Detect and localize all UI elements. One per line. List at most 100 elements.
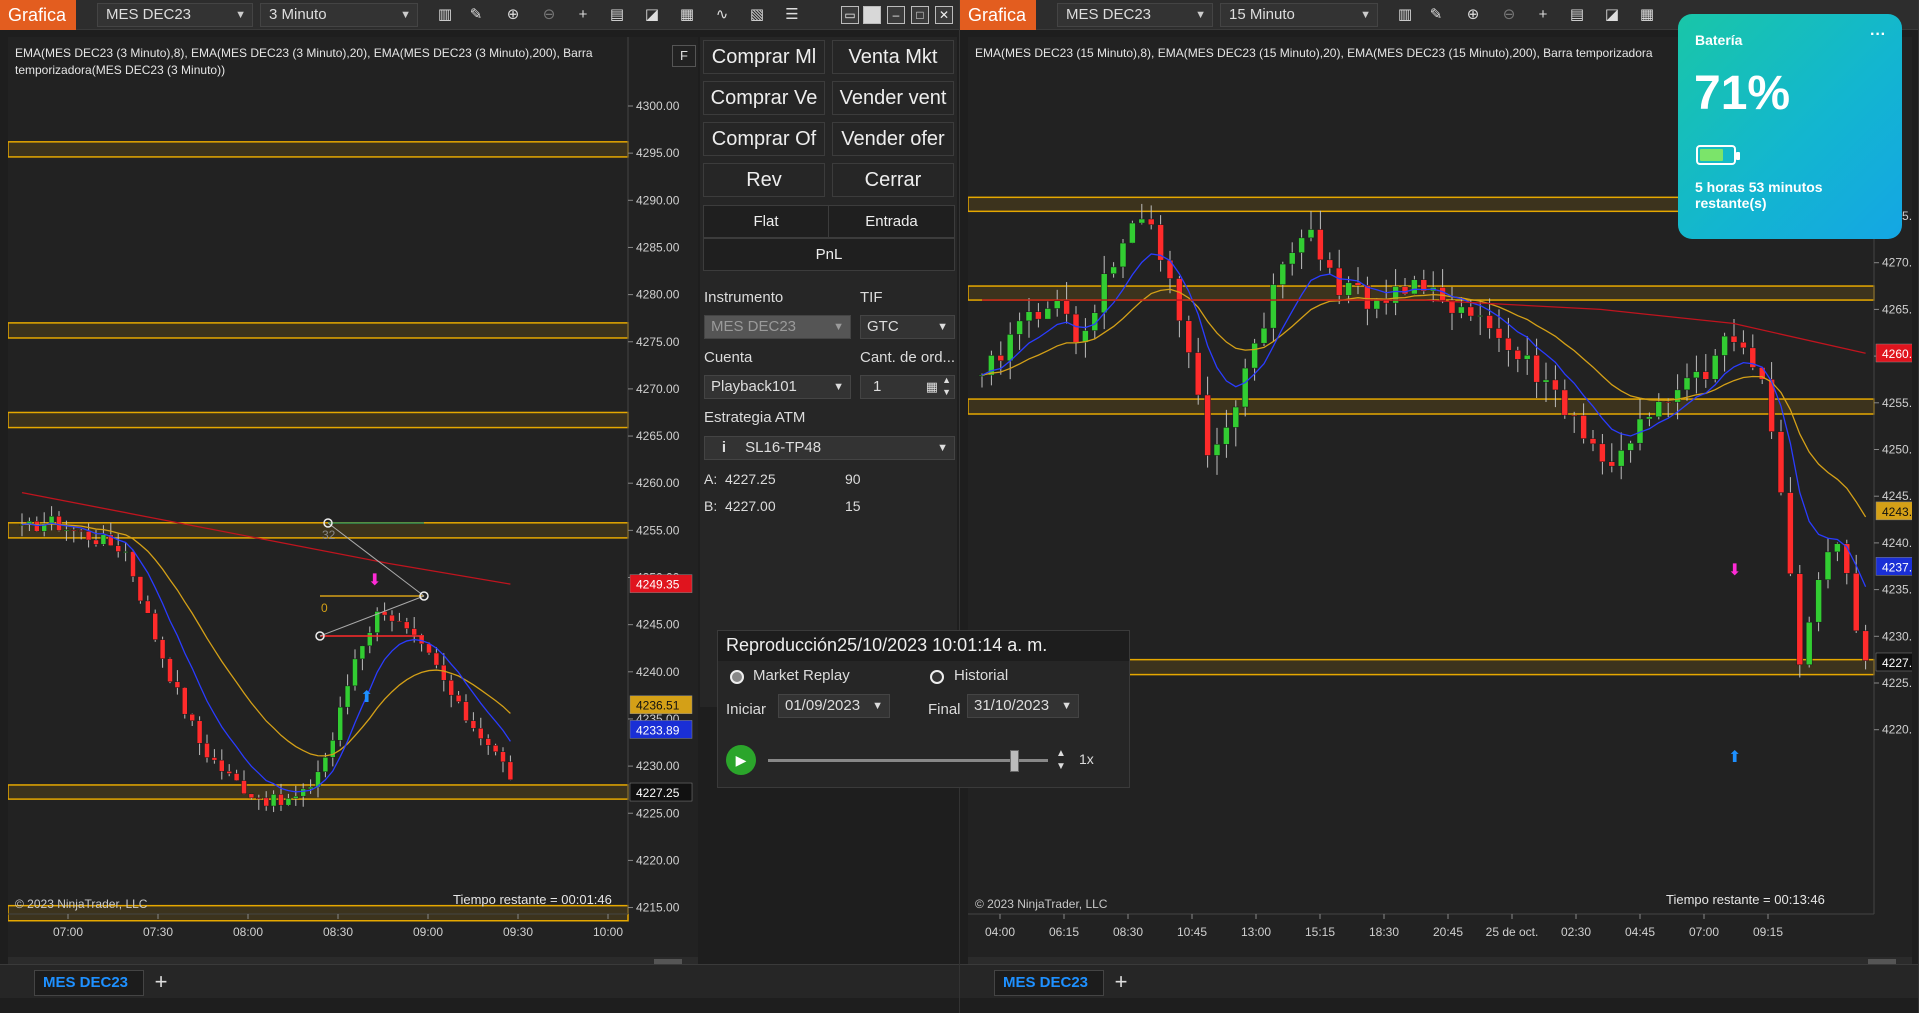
candle-up: [1674, 389, 1681, 403]
candle-up: [1627, 442, 1634, 451]
instrument-select-value: MES DEC23: [711, 318, 797, 335]
candle-down: [1072, 313, 1080, 343]
zoom-in-icon[interactable]: ⊕: [1463, 5, 1483, 25]
add-tab-icon[interactable]: +: [148, 970, 174, 996]
left-interval-select[interactable]: 3 Minuto ▼: [260, 3, 418, 27]
tif-select[interactable]: GTC ▼: [860, 315, 955, 339]
speed-slider-track[interactable]: [768, 759, 1048, 762]
properties-icon[interactable]: ▤: [607, 5, 627, 25]
close-position-button[interactable]: Cerrar: [832, 163, 954, 197]
market-replay-radio[interactable]: [730, 670, 744, 684]
chevron-down-icon: ▼: [235, 9, 246, 21]
tab-mes-dec23-right[interactable]: MES DEC23: [994, 970, 1104, 996]
candle-down: [404, 621, 410, 629]
chart-trader-icon[interactable]: ▦: [677, 5, 697, 25]
properties-icon[interactable]: ▤: [1567, 5, 1587, 25]
reverse-button[interactable]: Rev: [703, 163, 825, 197]
candle-down: [411, 628, 417, 636]
left-app-tag[interactable]: Grafica: [0, 0, 76, 30]
pencil-icon[interactable]: ✎: [1426, 5, 1446, 25]
market-replay-label[interactable]: Market Replay: [753, 667, 850, 684]
crosshair-icon[interactable]: +: [573, 5, 593, 25]
add-tab-icon[interactable]: +: [1108, 970, 1134, 996]
buy-ask-button[interactable]: Comprar Of: [703, 122, 825, 156]
candle-up: [1213, 444, 1221, 456]
ema-8-line: [981, 253, 1867, 588]
y-tick-label: 4245.00: [636, 618, 680, 632]
speed-spin-icon[interactable]: ▲ ▼: [1056, 747, 1066, 773]
chevron-down-icon: ▼: [833, 321, 844, 333]
candle-down: [204, 743, 210, 758]
battery-popup: Batería ··· 71% 5 horas 53 minutos resta…: [1678, 14, 1902, 239]
x-tick-label: 02:30: [1561, 925, 1591, 939]
x-tick-label: 07:30: [143, 925, 173, 939]
candle-down: [256, 797, 262, 800]
end-date-picker[interactable]: 31/10/2023 ▼: [967, 694, 1079, 718]
window-tile-icon[interactable]: ▭: [841, 6, 859, 24]
candle-down: [71, 529, 77, 532]
indicators-icon[interactable]: ∿: [712, 5, 732, 25]
right-app-tag[interactable]: Grafica: [960, 0, 1036, 30]
window-restore-icon[interactable]: [863, 6, 881, 24]
candle-up: [1617, 450, 1625, 467]
account-select[interactable]: Playback101 ▼: [704, 375, 851, 399]
y-tick-label: 4280.00: [636, 288, 680, 302]
candle-up: [1119, 242, 1127, 268]
play-icon[interactable]: ▶: [726, 745, 756, 775]
sell-bid-button[interactable]: Vender vent: [832, 81, 954, 115]
crosshair-icon[interactable]: +: [1533, 5, 1553, 25]
historical-label[interactable]: Historial: [954, 667, 1008, 684]
more-options-icon[interactable]: ···: [1870, 26, 1886, 44]
candle-down: [93, 539, 99, 545]
close-icon[interactable]: ✕: [935, 6, 953, 24]
candle-up: [1223, 427, 1230, 445]
spin-arrows-icon[interactable]: ▲ ▼: [942, 374, 951, 398]
candle-down: [1796, 573, 1804, 666]
instrument-label: Instrumento: [704, 289, 784, 306]
candle-up: [359, 645, 366, 660]
atm-strategy-select[interactable]: i SL16-TP48 ▼: [704, 436, 955, 460]
buy-market-button[interactable]: Comprar Ml: [703, 40, 825, 74]
quantity-stepper[interactable]: 1 ▦ ▲ ▼: [860, 375, 955, 399]
zoom-out-icon[interactable]: ⊖: [1499, 5, 1519, 25]
historical-radio[interactable]: [930, 670, 944, 684]
y-tick-label: 4215.00: [636, 901, 680, 915]
right-interval-select[interactable]: 15 Minuto ▼: [1220, 3, 1378, 27]
sell-market-button[interactable]: Venta Mkt: [832, 40, 954, 74]
candle-down: [1204, 394, 1211, 456]
zoom-in-icon[interactable]: ⊕: [503, 5, 523, 25]
tab-mes-dec23-left[interactable]: MES DEC23: [34, 970, 144, 996]
quantity-value: 1: [873, 378, 882, 395]
candle-down: [1439, 287, 1446, 301]
zoom-out-icon[interactable]: ⊖: [539, 5, 559, 25]
bar-type-icon[interactable]: ▥: [435, 5, 455, 25]
candle-up: [1288, 252, 1296, 265]
speed-value: 1x: [1079, 751, 1094, 767]
list-icon[interactable]: ☰: [782, 5, 802, 25]
start-date-picker[interactable]: 01/09/2023 ▼: [778, 694, 890, 718]
y-tick-label: 4225.00: [636, 806, 680, 820]
templates-icon[interactable]: ▧: [747, 5, 767, 25]
speed-slider-thumb[interactable]: [1010, 750, 1019, 772]
strategy-icon[interactable]: ◪: [1602, 5, 1622, 25]
candle-up: [1270, 284, 1277, 329]
buy-bid-button[interactable]: Comprar Ve: [703, 81, 825, 115]
candle-down: [1589, 438, 1597, 445]
left-instrument-select[interactable]: MES DEC23 ▼: [97, 3, 253, 27]
chart-trader-icon[interactable]: ▦: [1637, 5, 1657, 25]
candle-down: [1035, 311, 1042, 320]
price-flag-label: 4236.51: [636, 699, 680, 713]
bar-type-icon[interactable]: ▥: [1395, 5, 1415, 25]
left-price-chart[interactable]: 4300.00 4295.00 4290.00 4285.00 4280.00 4275.…: [8, 37, 698, 960]
strategy-icon[interactable]: ◪: [642, 5, 662, 25]
pencil-icon[interactable]: ✎: [466, 5, 486, 25]
info-icon[interactable]: i: [711, 437, 737, 459]
right-instrument-select[interactable]: MES DEC23 ▼: [1057, 3, 1213, 27]
maximize-icon[interactable]: □: [911, 6, 929, 24]
ema-200-line: [982, 299, 1866, 354]
calculator-icon[interactable]: ▦: [926, 376, 938, 398]
sell-ask-button[interactable]: Vender ofer: [832, 122, 954, 156]
minimize-icon[interactable]: –: [887, 6, 905, 24]
left-chart-area[interactable]: EMA(MES DEC23 (3 Minuto),8), EMA(MES DEC…: [8, 37, 698, 960]
price-flag-label: 4237.49: [1882, 560, 1912, 574]
